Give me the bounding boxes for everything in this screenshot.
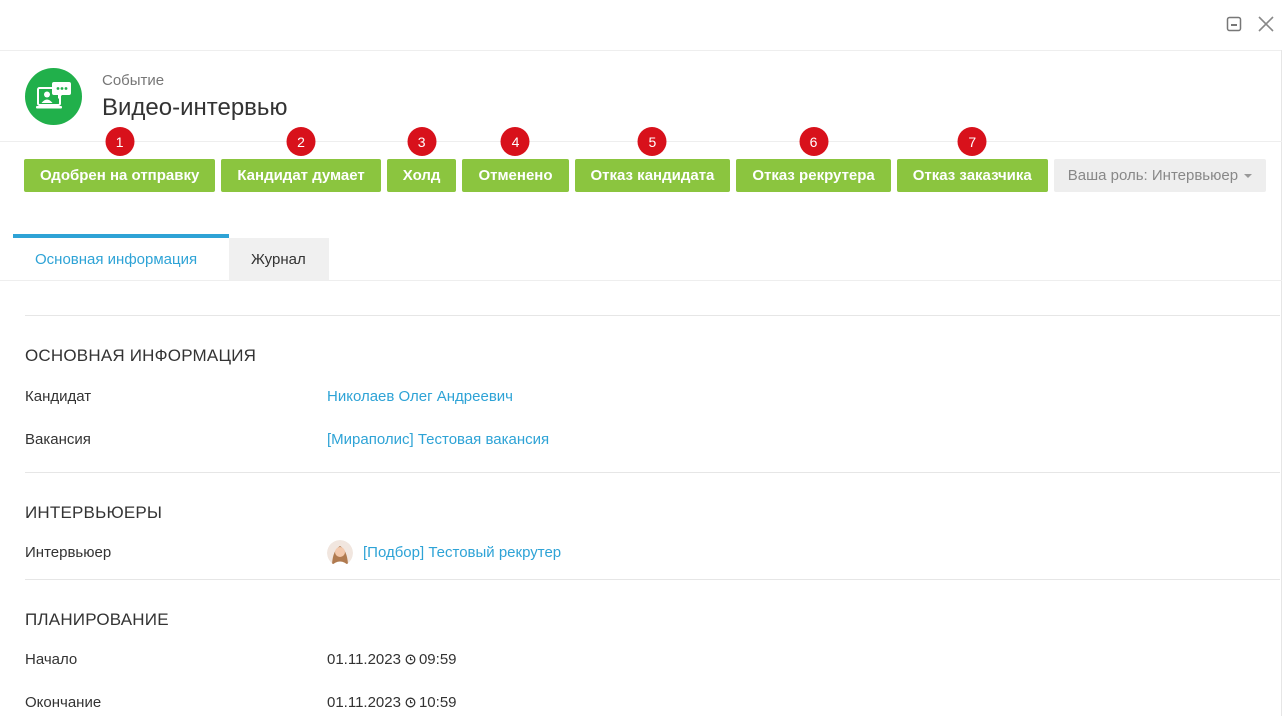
tab-main-info[interactable]: Основная информация xyxy=(13,234,229,280)
interviewer-row: Интервьюер [Подбор] Тестовый рекрутер xyxy=(25,531,1280,574)
window-controls xyxy=(1224,14,1276,34)
interviewer-label: Интервьюер xyxy=(25,544,112,561)
customer-refusal-button[interactable]: Отказ заказчика xyxy=(896,159,1048,192)
step-badge: 4 xyxy=(500,127,530,156)
close-icon xyxy=(1258,16,1274,32)
vacancy-label: Вакансия xyxy=(25,431,91,448)
role-dropdown[interactable]: Ваша роль: Интервьюер xyxy=(1053,159,1267,192)
section-title: ИНТЕРВЬЮЕРЫ xyxy=(25,503,163,522)
step-badge: 6 xyxy=(799,127,829,156)
tab-journal[interactable]: Журнал xyxy=(229,238,329,280)
end-row: Окончание 01.11.2023 10:59 xyxy=(25,681,1280,716)
section-interviewers: ИНТЕРВЬЮЕРЫ Интервьюер [Подбор] Тестовый… xyxy=(25,472,1280,574)
tabs-underline xyxy=(0,280,1282,281)
action-candidate-refusal: 5 Отказ кандидата xyxy=(574,127,731,192)
tab-bar: Основная информация Журнал xyxy=(13,234,329,280)
end-value: 01.11.2023 10:59 xyxy=(327,694,457,711)
start-date: 01.11.2023 xyxy=(327,651,401,668)
clock-icon xyxy=(405,654,416,665)
minimize-button[interactable] xyxy=(1224,14,1244,34)
candidate-refusal-button[interactable]: Отказ кандидата xyxy=(574,159,731,192)
section-title: ПЛАНИРОВАНИЕ xyxy=(25,610,169,629)
end-date: 01.11.2023 xyxy=(327,694,401,711)
start-time: 09:59 xyxy=(418,651,457,668)
page-title: Видео-интервью xyxy=(102,93,288,121)
status-action-bar: 1 Одобрен на отправку 2 Кандидат думает … xyxy=(24,127,1267,192)
interviewer-link[interactable]: [Подбор] Тестовый рекрутер xyxy=(363,544,561,561)
candidate-row: Кандидат Николаев Олег Андреевич xyxy=(25,375,1280,418)
end-time: 10:59 xyxy=(418,694,457,711)
details-content: ОСНОВНАЯ ИНФОРМАЦИЯ Кандидат Николаев Ол… xyxy=(25,315,1280,716)
action-approved: 1 Одобрен на отправку xyxy=(24,127,216,192)
action-hold: 3 Холд xyxy=(386,127,457,192)
step-badge: 1 xyxy=(105,127,135,156)
recruiter-refusal-button[interactable]: Отказ рекрутера xyxy=(736,159,891,192)
vacancy-link[interactable]: [Мираполис] Тестовая вакансия xyxy=(327,431,549,448)
interviewer-value: [Подбор] Тестовый рекрутер xyxy=(327,539,561,566)
minimize-icon xyxy=(1226,16,1242,32)
role-label: Ваша роль: Интервьюер xyxy=(1067,167,1239,184)
step-badge: 7 xyxy=(957,127,987,156)
approved-for-sending-button[interactable]: Одобрен на отправку xyxy=(24,159,216,192)
avatar xyxy=(327,539,353,566)
end-label: Окончание xyxy=(25,694,102,711)
section-main-info: ОСНОВНАЯ ИНФОРМАЦИЯ Кандидат Николаев Ол… xyxy=(25,315,1280,461)
event-header: Событие Видео-интервью xyxy=(25,68,287,125)
header-text: Событие Видео-интервью xyxy=(102,71,287,123)
action-customer-refusal: 7 Отказ заказчика xyxy=(896,127,1048,192)
close-button[interactable] xyxy=(1256,14,1276,34)
video-interview-icon xyxy=(25,68,82,125)
event-type: Событие xyxy=(102,71,165,89)
action-cancelled: 4 Отменено xyxy=(462,127,569,192)
hold-button[interactable]: Холд xyxy=(386,159,457,192)
start-row: Начало 01.11.2023 09:59 xyxy=(25,638,1280,681)
step-badge: 5 xyxy=(637,127,667,156)
step-badge: 3 xyxy=(407,127,437,156)
action-thinking: 2 Кандидат думает xyxy=(221,127,381,192)
candidate-link[interactable]: Николаев Олег Андреевич xyxy=(327,388,513,405)
top-divider xyxy=(0,50,1282,51)
vacancy-row: Вакансия [Мираполис] Тестовая вакансия xyxy=(25,418,1280,461)
cancelled-button[interactable]: Отменено xyxy=(462,159,569,192)
start-label: Начало xyxy=(25,651,78,668)
step-badge: 2 xyxy=(286,127,316,156)
start-value: 01.11.2023 09:59 xyxy=(327,651,457,668)
section-title: ОСНОВНАЯ ИНФОРМАЦИЯ xyxy=(25,346,257,365)
clock-icon xyxy=(405,697,416,708)
action-recruiter-refusal: 6 Отказ рекрутера xyxy=(736,127,891,192)
candidate-label: Кандидат xyxy=(25,388,92,405)
candidate-thinking-button[interactable]: Кандидат думает xyxy=(221,159,381,192)
chevron-down-icon xyxy=(1244,173,1253,178)
section-planning: ПЛАНИРОВАНИЕ Начало 01.11.2023 09:59 Око… xyxy=(25,579,1280,716)
